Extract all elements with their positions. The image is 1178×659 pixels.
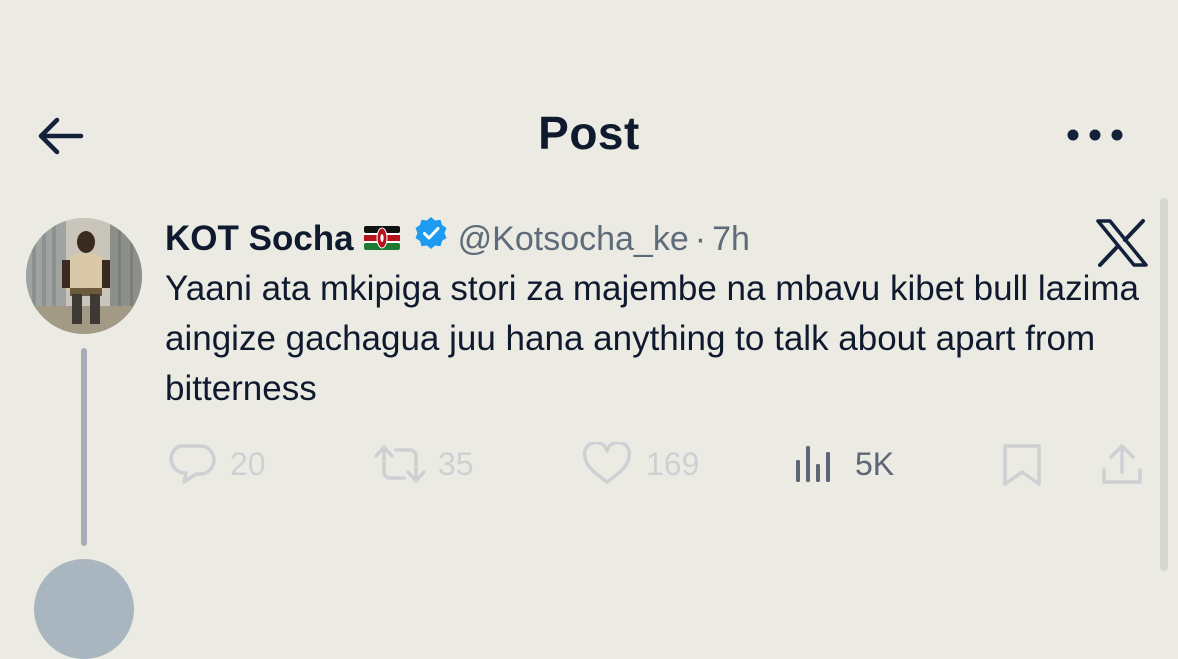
tweet-header: KOT Socha @Kotsocha_ke · 7h xyxy=(165,215,750,259)
kenya-flag-icon xyxy=(363,217,400,261)
bookmark-button[interactable] xyxy=(1000,434,1046,494)
like-count: 169 xyxy=(646,446,700,482)
heart-icon xyxy=(582,442,632,484)
display-name[interactable]: KOT Socha xyxy=(165,219,354,258)
page-title: Post xyxy=(538,107,640,159)
repost-button[interactable]: 35 xyxy=(372,434,492,494)
user-handle[interactable]: @Kotsocha_ke xyxy=(458,220,689,258)
profile-photo xyxy=(26,218,142,334)
reply-count: 20 xyxy=(230,446,266,482)
verified-badge-icon xyxy=(414,216,448,261)
repost-icon xyxy=(374,445,426,483)
view-count: 5K xyxy=(855,446,895,482)
reply-button[interactable]: 20 xyxy=(166,434,286,494)
tweet-text: Yaani ata mkipiga stori za majembe na mb… xyxy=(165,269,1139,408)
bar-chart-icon xyxy=(796,446,830,482)
more-options-button[interactable] xyxy=(1060,114,1130,158)
reply-icon xyxy=(169,444,216,484)
bookmark-icon xyxy=(1003,444,1041,486)
scrollbar[interactable] xyxy=(1160,198,1168,571)
share-icon xyxy=(1102,444,1142,484)
repost-count: 35 xyxy=(438,446,474,482)
action-bar: 20 35 169 5K xyxy=(0,434,1178,494)
share-button[interactable] xyxy=(1100,434,1146,494)
x-logo-icon xyxy=(1094,218,1150,268)
like-button[interactable]: 169 xyxy=(582,434,712,494)
avatar[interactable] xyxy=(26,218,142,334)
post-time[interactable]: 7h xyxy=(712,220,750,258)
more-icon xyxy=(1067,129,1123,141)
top-bar: Post xyxy=(0,100,1178,172)
reply-avatar[interactable] xyxy=(34,559,134,659)
separator-dot: · xyxy=(694,219,707,258)
views-button[interactable]: 5K xyxy=(795,434,915,494)
